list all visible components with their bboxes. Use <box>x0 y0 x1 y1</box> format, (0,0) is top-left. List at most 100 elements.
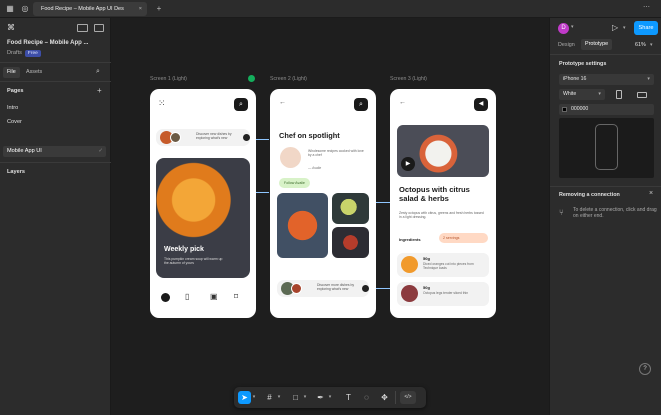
chef-author: — Avalie <box>308 166 322 170</box>
close-tab-icon[interactable]: × <box>139 2 142 16</box>
chevron-down-icon[interactable]: ▾ <box>276 391 282 404</box>
prototype-settings-heading: Prototype settings <box>559 61 607 67</box>
arrow-button-icon <box>362 285 369 292</box>
connection-icon: ⑂ <box>559 208 564 217</box>
grid-menu-icon: ⁙ <box>158 98 166 108</box>
canvas[interactable]: Screen 1 (Light) Screen 2 (Light) Screen… <box>111 18 549 415</box>
chevron-down-icon[interactable]: ▾ <box>571 24 574 30</box>
page-item-cover[interactable]: Cover <box>7 119 22 125</box>
file-name[interactable]: Food Recipe – Mobile App ... <box>7 40 88 46</box>
comment-tool-icon[interactable]: ◌ <box>360 391 373 404</box>
status-dot <box>248 75 255 82</box>
weekly-pick-card: Weekly pick This pumpkin cream soup will… <box>156 158 250 278</box>
figma-menu-icon[interactable]: ⌘ <box>7 23 15 32</box>
ingredient-text: Octopus legs tender sliced thin <box>423 291 469 295</box>
components-tool-icon[interactable]: ✥ <box>378 391 391 404</box>
left-panel: ⌘ Food Recipe – Mobile App ... Drafts Fre… <box>0 18 111 415</box>
divider <box>0 62 111 63</box>
pen-tool-icon[interactable]: ✒ <box>314 391 327 404</box>
close-icon[interactable]: × <box>649 190 653 197</box>
device-preview <box>559 118 654 178</box>
recipe-description: Zesty octopus with citrus, greens and fr… <box>399 211 484 220</box>
layout-toggle-icon[interactable] <box>77 24 88 32</box>
tab-design[interactable]: Design <box>558 42 575 48</box>
new-tab-button[interactable]: + <box>153 2 165 16</box>
tab-file[interactable]: File <box>3 67 20 78</box>
frame-tool-icon[interactable]: # <box>263 391 276 404</box>
color-swatch <box>562 107 567 112</box>
dev-mode-toggle[interactable]: </> <box>400 391 416 404</box>
dish-photo-small <box>332 193 369 224</box>
home-grid-icon[interactable]: ▦ <box>5 4 15 14</box>
toolbar-divider <box>395 391 396 404</box>
ingredient-amount: 50g <box>423 256 430 261</box>
divider <box>0 162 111 163</box>
color-mode-select[interactable]: White ▾ <box>559 89 605 100</box>
chef-quote: Wholesome recipes cooked with love by a … <box>308 149 364 158</box>
frame-label-screen-2[interactable]: Screen 2 (Light) <box>270 76 307 82</box>
title-bar: ▦ ◎ Food Recipe – Mobile App UI Des × + … <box>0 0 661 18</box>
page-item-intro[interactable]: Intro <box>7 105 18 111</box>
background-color-field[interactable]: 000000 <box>559 104 654 115</box>
ingredient-amount: 50g <box>423 285 430 290</box>
removing-connection-help: To delete a connection, click and drag o… <box>573 207 657 220</box>
divider <box>550 54 661 55</box>
ingredient-row: 50g Diced oranges cut into pieces from T… <box>397 253 489 277</box>
chevron-down-icon[interactable]: ▾ <box>327 391 333 404</box>
frame-label-screen-1[interactable]: Screen 1 (Light) <box>150 76 187 82</box>
device-frame-icon <box>595 124 618 170</box>
bookmark-tab-icon: ⌑ <box>234 292 239 301</box>
recipe-title: Octopus with citrus salad & herbs <box>399 185 470 203</box>
document-tab-title: Food Recipe – Mobile App UI Des <box>41 6 124 12</box>
ingredients-label: Ingredients <box>399 237 421 242</box>
page-item-label: Mobile App UI <box>7 148 42 154</box>
help-icon[interactable]: ? <box>639 363 651 375</box>
play-icon: ▶ <box>401 157 415 171</box>
window-menu-icon[interactable]: ⋯ <box>643 3 651 11</box>
back-arrow-icon: ← <box>399 99 406 106</box>
community-icon[interactable]: ◎ <box>20 4 30 14</box>
chevron-down-icon[interactable]: ▾ <box>650 42 653 48</box>
chevron-down-icon[interactable]: ▾ <box>302 391 308 404</box>
screen-1-frame[interactable]: ⁙ ⌕ Discover new dishes by exploring wha… <box>150 89 256 318</box>
chevron-down-icon: ▾ <box>598 91 601 97</box>
chef-heading: Chef on spotlight <box>279 131 340 140</box>
color-mode-value: White <box>563 91 577 97</box>
text-tool-icon[interactable]: T <box>342 391 355 404</box>
pages-heading: Pages <box>7 88 24 94</box>
document-tab[interactable]: Food Recipe – Mobile App UI Des × <box>33 2 147 16</box>
chevron-down-icon[interactable]: ▾ <box>623 25 626 31</box>
share-button[interactable]: Share <box>634 21 658 35</box>
add-page-icon[interactable]: + <box>97 86 102 95</box>
present-play-icon[interactable]: ▷ <box>612 23 618 32</box>
sidebar-toggle-icon[interactable] <box>94 24 104 32</box>
back-arrow-icon: ← <box>279 99 286 106</box>
tab-assets[interactable]: Assets <box>22 67 46 78</box>
drafts-label[interactable]: Drafts <box>7 50 22 56</box>
plan-badge: Free <box>24 50 41 57</box>
page-item-mobile-app-ui[interactable]: Mobile App UI ✓ <box>3 146 106 157</box>
screen-2-frame[interactable]: ← ⌕ Chef on spotlight Wholesome recipes … <box>270 89 376 318</box>
chevron-down-icon[interactable]: ▾ <box>251 391 257 404</box>
dish-photo-small <box>332 227 369 258</box>
screen-3-frame[interactable]: ← ◀ ▶ Octopus with citrus salad & herbs … <box>390 89 496 318</box>
landscape-icon[interactable] <box>637 92 647 98</box>
tab-prototype[interactable]: Prototype <box>581 39 613 50</box>
frame-label-screen-3[interactable]: Screen 3 (Light) <box>390 76 427 82</box>
device-select[interactable]: iPhone 16 ▾ <box>559 74 654 85</box>
discover-card: Discover new dishes by exploring what's … <box>156 129 250 146</box>
move-tool-icon[interactable]: ➤ <box>238 391 251 404</box>
portrait-icon[interactable] <box>616 90 622 99</box>
user-avatar[interactable]: D <box>558 23 569 34</box>
feature-title: Weekly pick <box>164 246 204 253</box>
follow-chip: Follow Avalie <box>279 178 310 188</box>
discover-text: Discover new dishes by exploring what's … <box>196 132 232 141</box>
dish-photo-large <box>277 193 328 258</box>
search-icon: ⌕ <box>234 98 248 111</box>
zoom-level[interactable]: 61% <box>635 42 646 48</box>
discover-card: Discover more dishes by exploring what's… <box>277 280 369 297</box>
rectangle-tool-icon[interactable]: □ <box>289 391 302 404</box>
ingredient-image <box>401 256 418 273</box>
search-icon[interactable]: ⌕ <box>96 68 100 76</box>
bottom-toolbar: ➤ ▾ # ▾ □ ▾ ✒ ▾ T ◌ ✥ </> <box>234 387 426 408</box>
